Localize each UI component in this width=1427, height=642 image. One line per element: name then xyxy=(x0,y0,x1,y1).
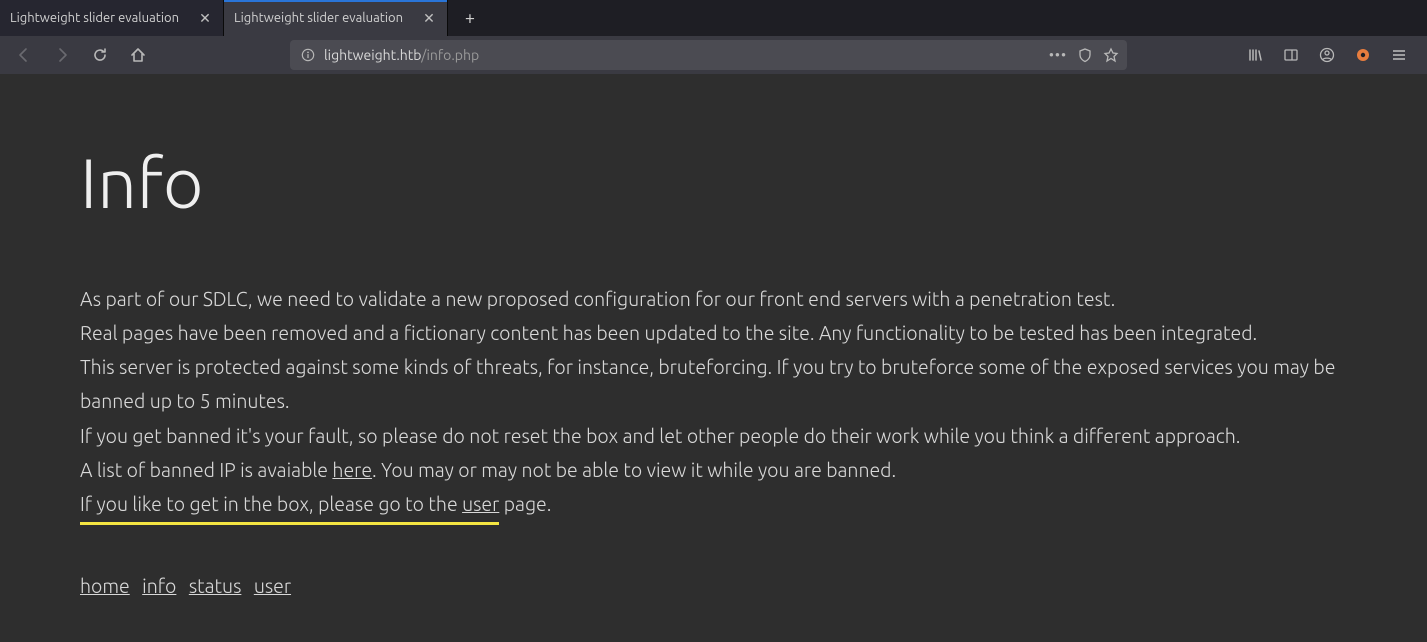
new-tab-button[interactable]: + xyxy=(454,2,486,34)
back-button[interactable] xyxy=(8,39,40,71)
url-text: lightweight.htb/info.php xyxy=(324,47,1049,63)
sidebar-icon[interactable] xyxy=(1279,43,1303,67)
browser-tab-1[interactable]: Lightweight slider evaluation ✕ xyxy=(0,0,224,36)
nav-toolbar: lightweight.htb/info.php ••• xyxy=(0,36,1427,74)
url-bar[interactable]: lightweight.htb/info.php ••• xyxy=(290,40,1127,70)
paragraph-4: If you get banned it's your fault, so pl… xyxy=(80,419,1347,453)
browser-tab-2[interactable]: Lightweight slider evaluation ✕ xyxy=(224,0,448,36)
page-content: Info As part of our SDLC, we need to val… xyxy=(0,74,1427,637)
home-button[interactable] xyxy=(122,39,154,71)
paragraph-5: A list of banned IP is avaiable here. Yo… xyxy=(80,453,1347,487)
url-domain: lightweight.htb xyxy=(324,47,421,63)
more-icon[interactable]: ••• xyxy=(1049,47,1067,63)
footer-nav: home info status user xyxy=(80,575,1347,597)
tab-title: Lightweight slider evaluation xyxy=(234,11,417,25)
url-path: /info.php xyxy=(421,47,479,63)
link-user[interactable]: user xyxy=(462,493,499,515)
account-icon[interactable] xyxy=(1315,43,1339,67)
reload-button[interactable] xyxy=(84,39,116,71)
highlight-underline: If you like to get in the box, please go… xyxy=(80,487,499,525)
menu-icon[interactable] xyxy=(1387,43,1411,67)
url-actions: ••• xyxy=(1049,47,1119,63)
tab-strip: Lightweight slider evaluation ✕ Lightwei… xyxy=(0,0,1427,36)
nav-info[interactable]: info xyxy=(142,575,176,597)
close-icon[interactable]: ✕ xyxy=(197,10,213,26)
bookmark-icon[interactable] xyxy=(1103,47,1119,63)
extension-icon[interactable] xyxy=(1351,43,1375,67)
shield-icon[interactable] xyxy=(1077,47,1093,63)
paragraph-1: As part of our SDLC, we need to validate… xyxy=(80,282,1347,316)
nav-home[interactable]: home xyxy=(80,575,130,597)
nav-user[interactable]: user xyxy=(254,575,291,597)
nav-status[interactable]: status xyxy=(189,575,242,597)
tab-title: Lightweight slider evaluation xyxy=(10,11,193,25)
paragraph-2: Real pages have been removed and a ficti… xyxy=(80,316,1347,350)
paragraph-6: If you like to get in the box, please go… xyxy=(80,487,1347,525)
page-title: Info xyxy=(80,144,1347,222)
body-text: As part of our SDLC, we need to validate… xyxy=(80,282,1347,525)
close-icon[interactable]: ✕ xyxy=(421,10,437,26)
library-icon[interactable] xyxy=(1243,43,1267,67)
paragraph-3: This server is protected against some ki… xyxy=(80,350,1347,418)
forward-button[interactable] xyxy=(46,39,78,71)
toolbar-right-icons xyxy=(1243,43,1419,67)
info-icon[interactable] xyxy=(298,45,318,65)
browser-chrome: Lightweight slider evaluation ✕ Lightwei… xyxy=(0,0,1427,74)
link-here[interactable]: here xyxy=(332,459,372,481)
